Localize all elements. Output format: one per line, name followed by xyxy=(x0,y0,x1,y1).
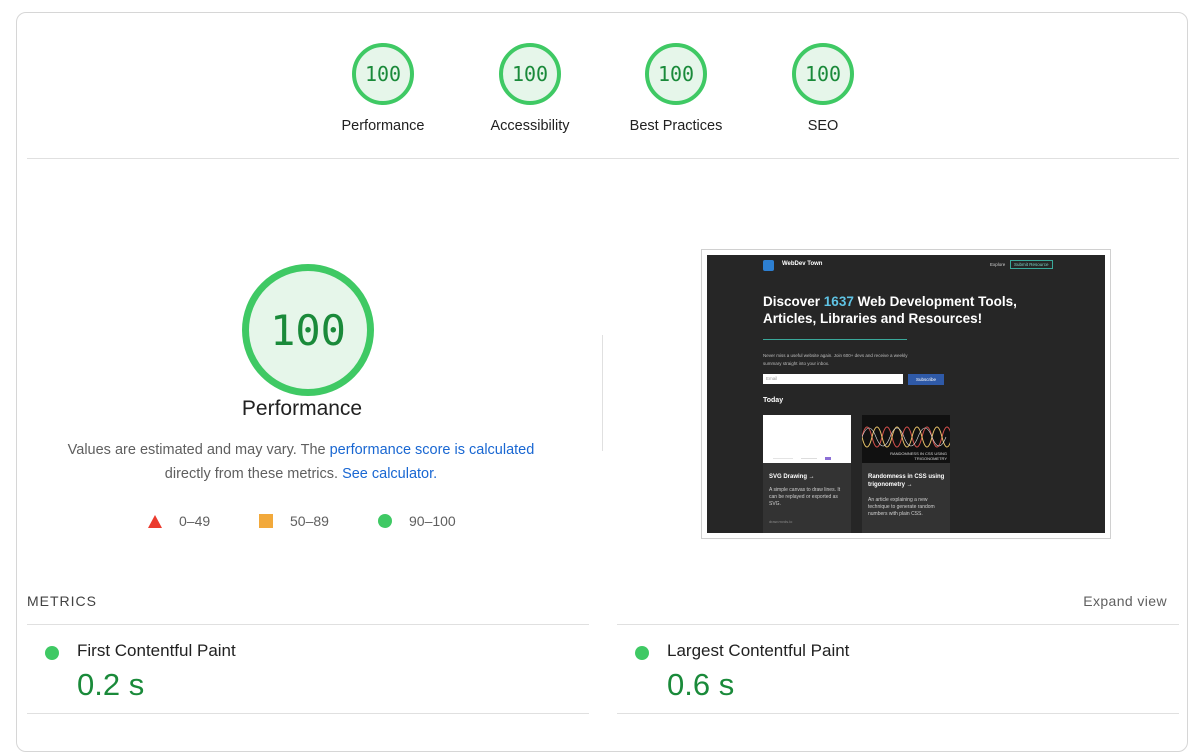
legend-pass: 90–100 xyxy=(378,511,456,531)
metric-row-divider xyxy=(617,624,1179,625)
performance-description: Values are estimated and may vary. The p… xyxy=(47,438,555,486)
metric-value: 0.6 s xyxy=(667,667,735,702)
thumbnail-drawing xyxy=(773,457,831,460)
desc-middle: directly from these metrics. xyxy=(164,466,343,482)
site-headline: Discover 1637 Web Development Tools, Art… xyxy=(763,293,1063,327)
page-screenshot[interactable]: WebDev Town Explore Submit Resource Disc… xyxy=(701,249,1111,539)
summary-divider xyxy=(27,158,1179,159)
circle-icon xyxy=(378,514,392,528)
metrics-heading: METRICS xyxy=(27,593,97,609)
card-desc: An article explaining a new technique to… xyxy=(868,497,935,517)
triangle-icon xyxy=(148,514,162,528)
metric-row-divider xyxy=(617,713,1179,714)
legend-average-range: 50–89 xyxy=(290,513,329,529)
gauge-accessibility[interactable]: 100 Accessibility xyxy=(460,43,600,134)
gauge-best-practices[interactable]: 100 Best Practices xyxy=(606,43,746,134)
card-thumbnail xyxy=(763,415,851,463)
site-nav-explore: Explore xyxy=(990,262,1006,267)
gauge-seo-label: SEO xyxy=(807,118,839,134)
legend-average: 50–89 xyxy=(259,511,329,531)
card-title: Randomness in CSS using trigonometry → xyxy=(868,474,945,488)
performance-title: Performance xyxy=(241,397,363,420)
section-divider xyxy=(602,335,603,451)
metric-row-divider xyxy=(27,624,589,625)
performance-score-gauge: 100 xyxy=(242,264,374,396)
desc-prefix: Values are estimated and may vary. The xyxy=(67,442,330,458)
gauge-performance[interactable]: 100 Performance xyxy=(313,43,453,134)
site-lead: Never miss a useful website again. Join … xyxy=(763,353,908,366)
gauge-best-practices-label: Best Practices xyxy=(629,118,723,134)
pass-circle-icon xyxy=(45,646,59,660)
card-title: SVG Drawing → xyxy=(769,474,815,480)
metric-row-divider xyxy=(27,713,589,714)
see-calculator-link[interactable]: See calculator. xyxy=(342,466,437,482)
card-thumbnail: RANDOMNESS IN CSS USING TRIGONOMETRY xyxy=(862,415,950,463)
site-nav-submit: Submit Resource xyxy=(1010,260,1053,269)
metric-value: 0.2 s xyxy=(77,667,145,702)
report-card: 100 Performance 100 Accessibility 100 Be… xyxy=(16,12,1188,752)
card-meta: draw.mvds.io xyxy=(769,519,793,524)
gauge-performance-score: 100 xyxy=(352,43,414,105)
metric-name: First Contentful Paint xyxy=(77,641,236,660)
site-card-svg-drawing: SVG Drawing → A simple canvas to draw li… xyxy=(763,415,851,533)
site-logo-icon xyxy=(763,260,774,271)
headline-pre: Discover xyxy=(763,294,824,309)
gauge-best-practices-score: 100 xyxy=(645,43,707,105)
site-section-today: Today xyxy=(763,397,784,404)
square-icon xyxy=(259,514,273,528)
gauge-accessibility-score: 100 xyxy=(499,43,561,105)
pass-circle-icon xyxy=(635,646,649,660)
site-email-input: Email xyxy=(763,374,903,384)
gauge-seo-score: 100 xyxy=(792,43,854,105)
legend-pass-range: 90–100 xyxy=(409,513,456,529)
site-brand: WebDev Town xyxy=(782,261,823,267)
expand-view-button[interactable]: Expand view xyxy=(1083,593,1167,609)
thumbnail-caption: RANDOMNESS IN CSS USING TRIGONOMETRY xyxy=(890,451,947,461)
headline-rule xyxy=(763,339,907,340)
site-subscribe-button: Subscribe xyxy=(908,374,944,385)
card-desc: A simple canvas to draw lines. It can be… xyxy=(769,487,841,507)
site-card-randomness: RANDOMNESS IN CSS USING TRIGONOMETRY Ran… xyxy=(862,415,950,533)
headline-count: 1637 xyxy=(823,294,854,309)
metric-name: Largest Contentful Paint xyxy=(667,641,850,660)
score-calculated-link[interactable]: performance score is calculated xyxy=(330,442,535,458)
gauge-seo[interactable]: 100 SEO xyxy=(753,43,893,134)
gauge-performance-label: Performance xyxy=(341,118,425,134)
legend-fail-range: 0–49 xyxy=(179,513,211,529)
legend-fail: 0–49 xyxy=(148,511,210,531)
gauge-accessibility-label: Accessibility xyxy=(490,118,570,134)
screenshot-content: WebDev Town Explore Submit Resource Disc… xyxy=(707,255,1105,533)
